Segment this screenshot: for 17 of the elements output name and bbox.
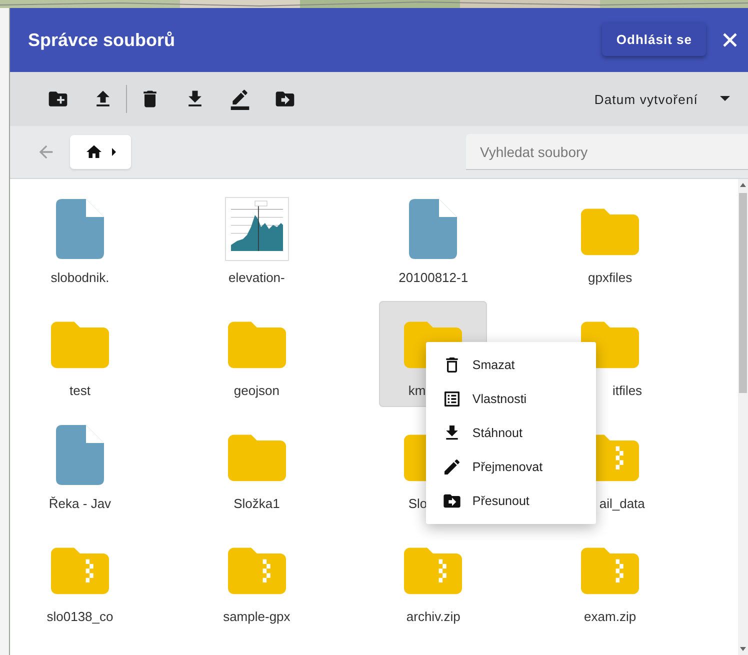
file-name: exam.zip bbox=[583, 609, 638, 624]
file-name: test bbox=[68, 383, 92, 398]
file-name: geojson bbox=[232, 383, 280, 398]
file-name: archiv.zip bbox=[405, 609, 462, 624]
file-name: elevation- bbox=[228, 270, 286, 285]
file-name: sample-gpx bbox=[222, 609, 292, 624]
file-name: Složka1 bbox=[232, 496, 281, 511]
dialog-title: Správce souborů bbox=[28, 30, 176, 50]
file-name: km bbox=[407, 383, 424, 398]
file-name: slo0138_co bbox=[46, 609, 114, 624]
file-name: slobodnik. bbox=[50, 270, 110, 285]
file-name: 20100812-1 bbox=[398, 270, 470, 285]
file-name: itfiles bbox=[611, 383, 644, 398]
file-name: Řeka - Jav bbox=[48, 496, 112, 511]
file-name: ail_data bbox=[599, 496, 646, 511]
file-name: gpxfiles bbox=[587, 270, 634, 285]
file-name: Slo bbox=[407, 496, 424, 511]
